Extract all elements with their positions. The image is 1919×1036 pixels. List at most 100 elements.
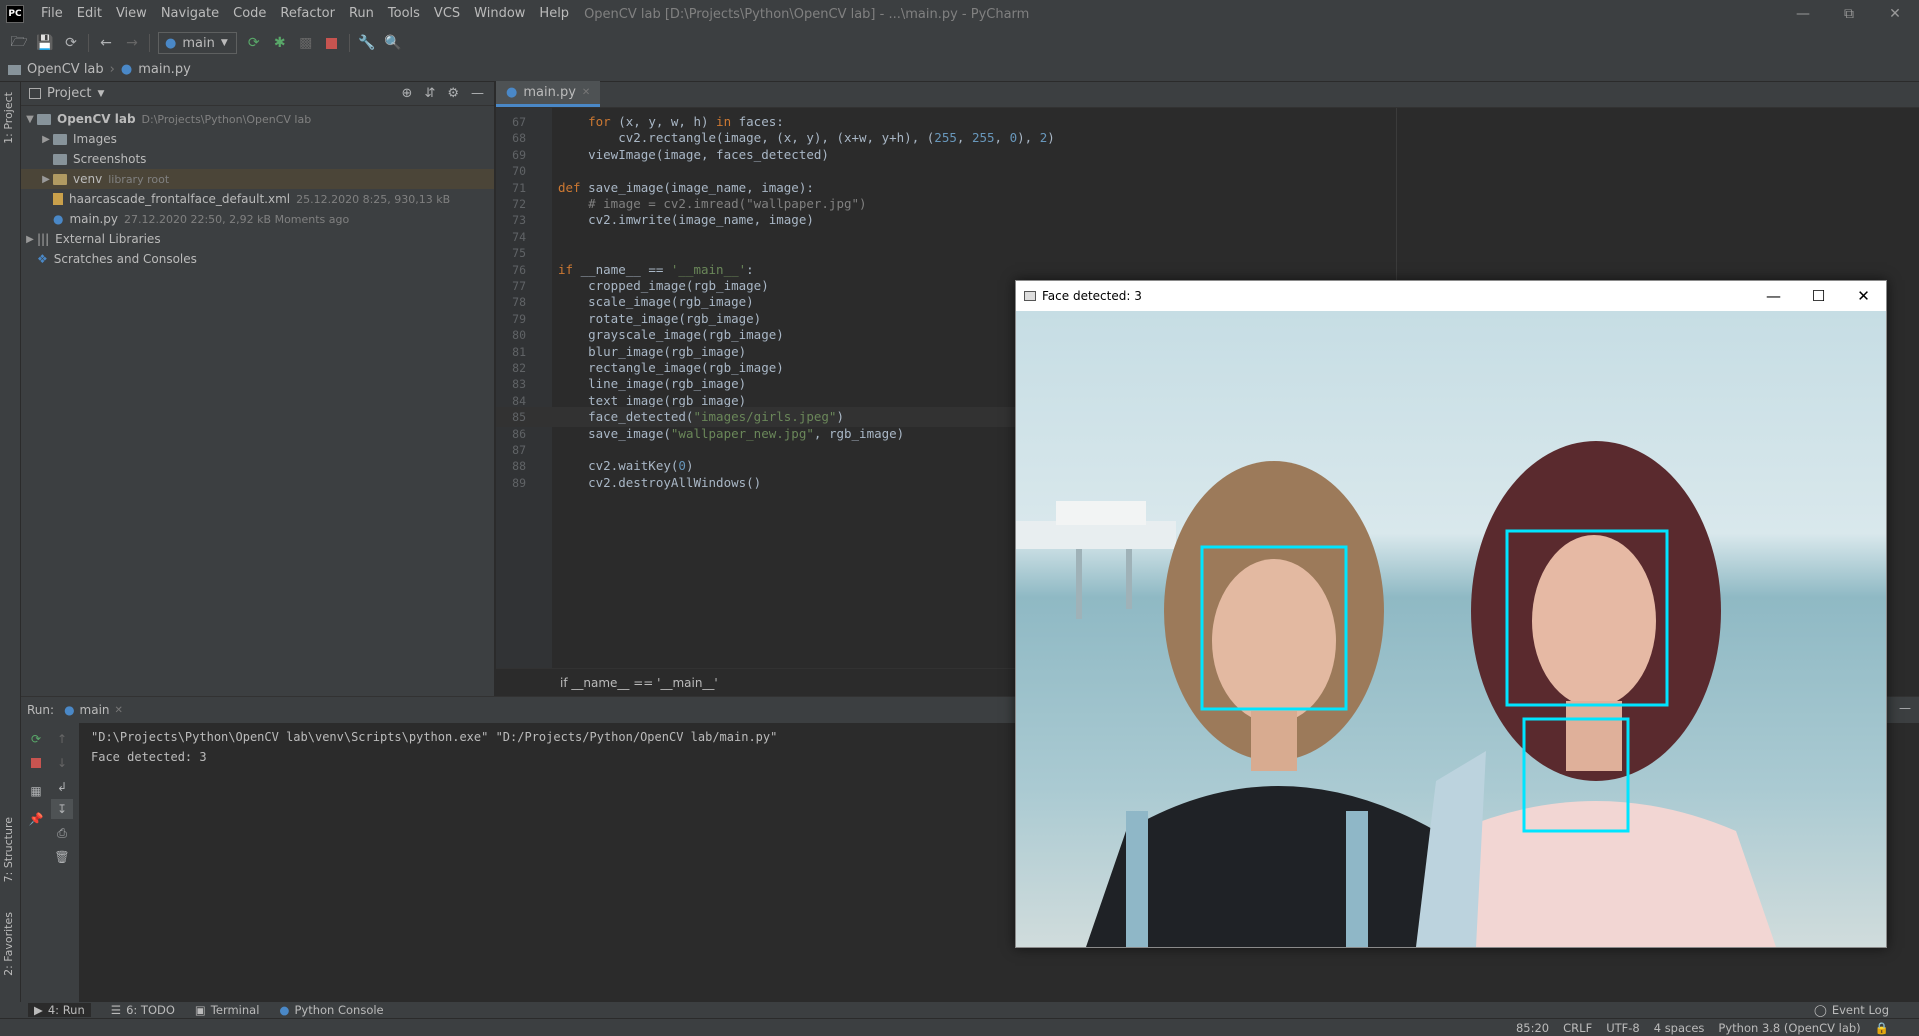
menu-code[interactable]: Code bbox=[226, 0, 273, 28]
python-icon: ● bbox=[165, 35, 177, 51]
gear-icon[interactable]: ⚙ bbox=[447, 86, 459, 101]
menu-tools[interactable]: Tools bbox=[381, 0, 427, 28]
minimize-icon[interactable]: — bbox=[1751, 281, 1796, 311]
tool-todo-label: 6: TODO bbox=[126, 1003, 175, 1017]
soft-wrap-icon[interactable]: ↲ bbox=[51, 777, 73, 797]
down-icon[interactable]: ↓ bbox=[51, 753, 73, 773]
locate-icon[interactable]: ⊕ bbox=[402, 86, 413, 101]
close-icon[interactable]: ✕ bbox=[1872, 0, 1918, 28]
status-line-separator[interactable]: CRLF bbox=[1563, 1021, 1592, 1035]
menu-navigate[interactable]: Navigate bbox=[154, 0, 226, 28]
expanded-arrow-icon[interactable]: ▼ bbox=[23, 114, 37, 125]
project-tool-tab[interactable]: 1: Project bbox=[2, 92, 15, 144]
run-tab-main[interactable]: ● main ✕ bbox=[64, 703, 123, 717]
save-icon[interactable]: 💾 bbox=[32, 31, 58, 55]
python-icon: ● bbox=[279, 1003, 290, 1017]
settings-wrench-icon[interactable]: 🔧 bbox=[354, 31, 380, 55]
folder-icon bbox=[37, 113, 51, 125]
tool-terminal[interactable]: ▣ Terminal bbox=[195, 1003, 259, 1017]
breadcrumb-file[interactable]: main.py bbox=[138, 62, 191, 77]
search-icon[interactable]: 🔍 bbox=[380, 31, 406, 55]
stop-icon[interactable] bbox=[25, 753, 47, 773]
menu-view[interactable]: View bbox=[109, 0, 154, 28]
stop-icon[interactable] bbox=[319, 31, 345, 55]
run-coverage-icon[interactable]: ▩ bbox=[293, 31, 319, 55]
tree-item-haarcascade[interactable]: haarcascade_frontalface_default.xml 25.1… bbox=[21, 189, 494, 209]
tree-item-label: main.py bbox=[69, 212, 118, 226]
menu-file[interactable]: File bbox=[34, 0, 70, 28]
debug-icon[interactable]: ✱ bbox=[267, 31, 293, 55]
tree-item-scratches[interactable]: ❖ Scratches and Consoles bbox=[21, 249, 494, 269]
status-interpreter[interactable]: Python 3.8 (OpenCV lab) bbox=[1718, 1021, 1860, 1035]
status-indent[interactable]: 4 spaces bbox=[1654, 1021, 1705, 1035]
tree-item-screenshots[interactable]: Screenshots bbox=[21, 149, 494, 169]
toolbar-divider bbox=[88, 34, 89, 52]
run-config-label: main bbox=[182, 35, 215, 51]
print-icon[interactable]: ⎙ bbox=[51, 823, 73, 843]
image-window-titlebar[interactable]: Face detected: 3 — ☐ ✕ bbox=[1016, 281, 1886, 311]
scroll-to-end-icon[interactable]: ↧ bbox=[51, 799, 73, 819]
main-toolbar: 🗁 💾 ⟳ ← → ● main ▼ ⟳ ✱ ▩ 🔧 🔍 bbox=[0, 28, 1919, 58]
collapsed-arrow-icon[interactable]: ▶ bbox=[39, 134, 53, 145]
tree-item-meta: 27.12.2020 22:50, 2,92 kB Moments ago bbox=[124, 212, 350, 226]
scratches-icon: ❖ bbox=[37, 252, 48, 266]
minimize-icon[interactable]: — bbox=[1780, 0, 1826, 28]
menu-vcs[interactable]: VCS bbox=[427, 0, 467, 28]
status-position[interactable]: 85:20 bbox=[1516, 1021, 1549, 1035]
collapsed-arrow-icon[interactable]: ▶ bbox=[23, 234, 37, 245]
minimize-panel-icon[interactable]: — bbox=[1899, 701, 1911, 715]
tree-item-images[interactable]: ▶ Images bbox=[21, 129, 494, 149]
back-icon[interactable]: ← bbox=[93, 31, 119, 55]
trash-icon[interactable]: 🗑 bbox=[51, 847, 73, 867]
collapse-all-icon[interactable]: ⇵ bbox=[424, 86, 435, 101]
favorites-tool-tab[interactable]: 2: Favorites bbox=[2, 912, 15, 976]
menu-help[interactable]: Help bbox=[532, 0, 576, 28]
chevron-right-icon: › bbox=[109, 62, 115, 77]
chevron-down-icon[interactable]: ▼ bbox=[97, 89, 104, 99]
pycharm-logo-icon: PC bbox=[6, 5, 24, 23]
project-panel: Project ▼ ⊕ ⇵ ⚙ — ▼ OpenCV lab D:\Projec… bbox=[21, 82, 495, 696]
restore-icon[interactable]: ⧉ bbox=[1826, 0, 1872, 28]
run-config-select[interactable]: ● main ▼ bbox=[158, 32, 237, 54]
close-tab-icon[interactable]: ✕ bbox=[115, 705, 123, 716]
collapsed-arrow-icon[interactable]: ▶ bbox=[39, 174, 53, 185]
tree-item-project-root[interactable]: ▼ OpenCV lab D:\Projects\Python\OpenCV l… bbox=[21, 109, 494, 129]
rerun-icon[interactable]: ⟳ bbox=[241, 31, 267, 55]
editor-tab-label: main.py bbox=[523, 85, 576, 100]
maximize-icon[interactable]: ☐ bbox=[1796, 281, 1841, 311]
up-icon[interactable]: ↑ bbox=[51, 729, 73, 749]
project-view-select[interactable]: Project bbox=[47, 86, 91, 101]
close-icon[interactable]: ✕ bbox=[1841, 281, 1886, 311]
tool-python-console[interactable]: ● Python Console bbox=[279, 1003, 383, 1017]
close-tab-icon[interactable]: ✕ bbox=[582, 87, 590, 98]
status-bar: 85:20 CRLF UTF-8 4 spaces Python 3.8 (Op… bbox=[0, 1018, 1919, 1036]
tool-todo[interactable]: ☰ 6: TODO bbox=[111, 1003, 175, 1017]
tree-item-venv[interactable]: ▶ venv library root bbox=[21, 169, 494, 189]
open-folder-icon[interactable]: 🗁 bbox=[6, 31, 32, 55]
console-line: "D:\Projects\Python\OpenCV lab\venv\Scri… bbox=[91, 730, 778, 744]
sync-icon[interactable]: ⟳ bbox=[58, 31, 84, 55]
structure-tool-tab[interactable]: 7: Structure bbox=[2, 817, 15, 882]
rerun-icon[interactable]: ⟳ bbox=[25, 729, 47, 749]
tree-item-external-libraries[interactable]: ▶ ||| External Libraries bbox=[21, 229, 494, 249]
tool-event-log[interactable]: ◯ Event Log bbox=[1814, 1003, 1889, 1017]
pin-icon[interactable]: 📌 bbox=[25, 809, 47, 829]
menu-window[interactable]: Window bbox=[467, 0, 532, 28]
forward-icon[interactable]: → bbox=[119, 31, 145, 55]
menu-refactor[interactable]: Refactor bbox=[273, 0, 342, 28]
tree-item-main-py[interactable]: ● main.py 27.12.2020 22:50, 2,92 kB Mome… bbox=[21, 209, 494, 229]
toolbar-divider bbox=[348, 34, 350, 52]
library-icon: ||| bbox=[37, 232, 50, 246]
hide-panel-icon[interactable]: — bbox=[471, 86, 484, 101]
menu-run[interactable]: Run bbox=[342, 0, 381, 28]
tab-main-py[interactable]: ● main.py ✕ bbox=[496, 81, 601, 107]
status-encoding[interactable]: UTF-8 bbox=[1606, 1021, 1640, 1035]
detection-image bbox=[1016, 311, 1886, 947]
menu-edit[interactable]: Edit bbox=[70, 0, 109, 28]
tool-run[interactable]: ▶ 4: Run bbox=[28, 1003, 91, 1017]
tree-item-meta: library root bbox=[108, 172, 170, 186]
lock-icon[interactable]: 🔒 bbox=[1875, 1021, 1889, 1035]
layout-icon[interactable]: ▦ bbox=[25, 781, 47, 801]
breadcrumb-project[interactable]: OpenCV lab bbox=[27, 62, 104, 77]
run-console-output[interactable]: "D:\Projects\Python\OpenCV lab\venv\Scri… bbox=[91, 727, 777, 767]
